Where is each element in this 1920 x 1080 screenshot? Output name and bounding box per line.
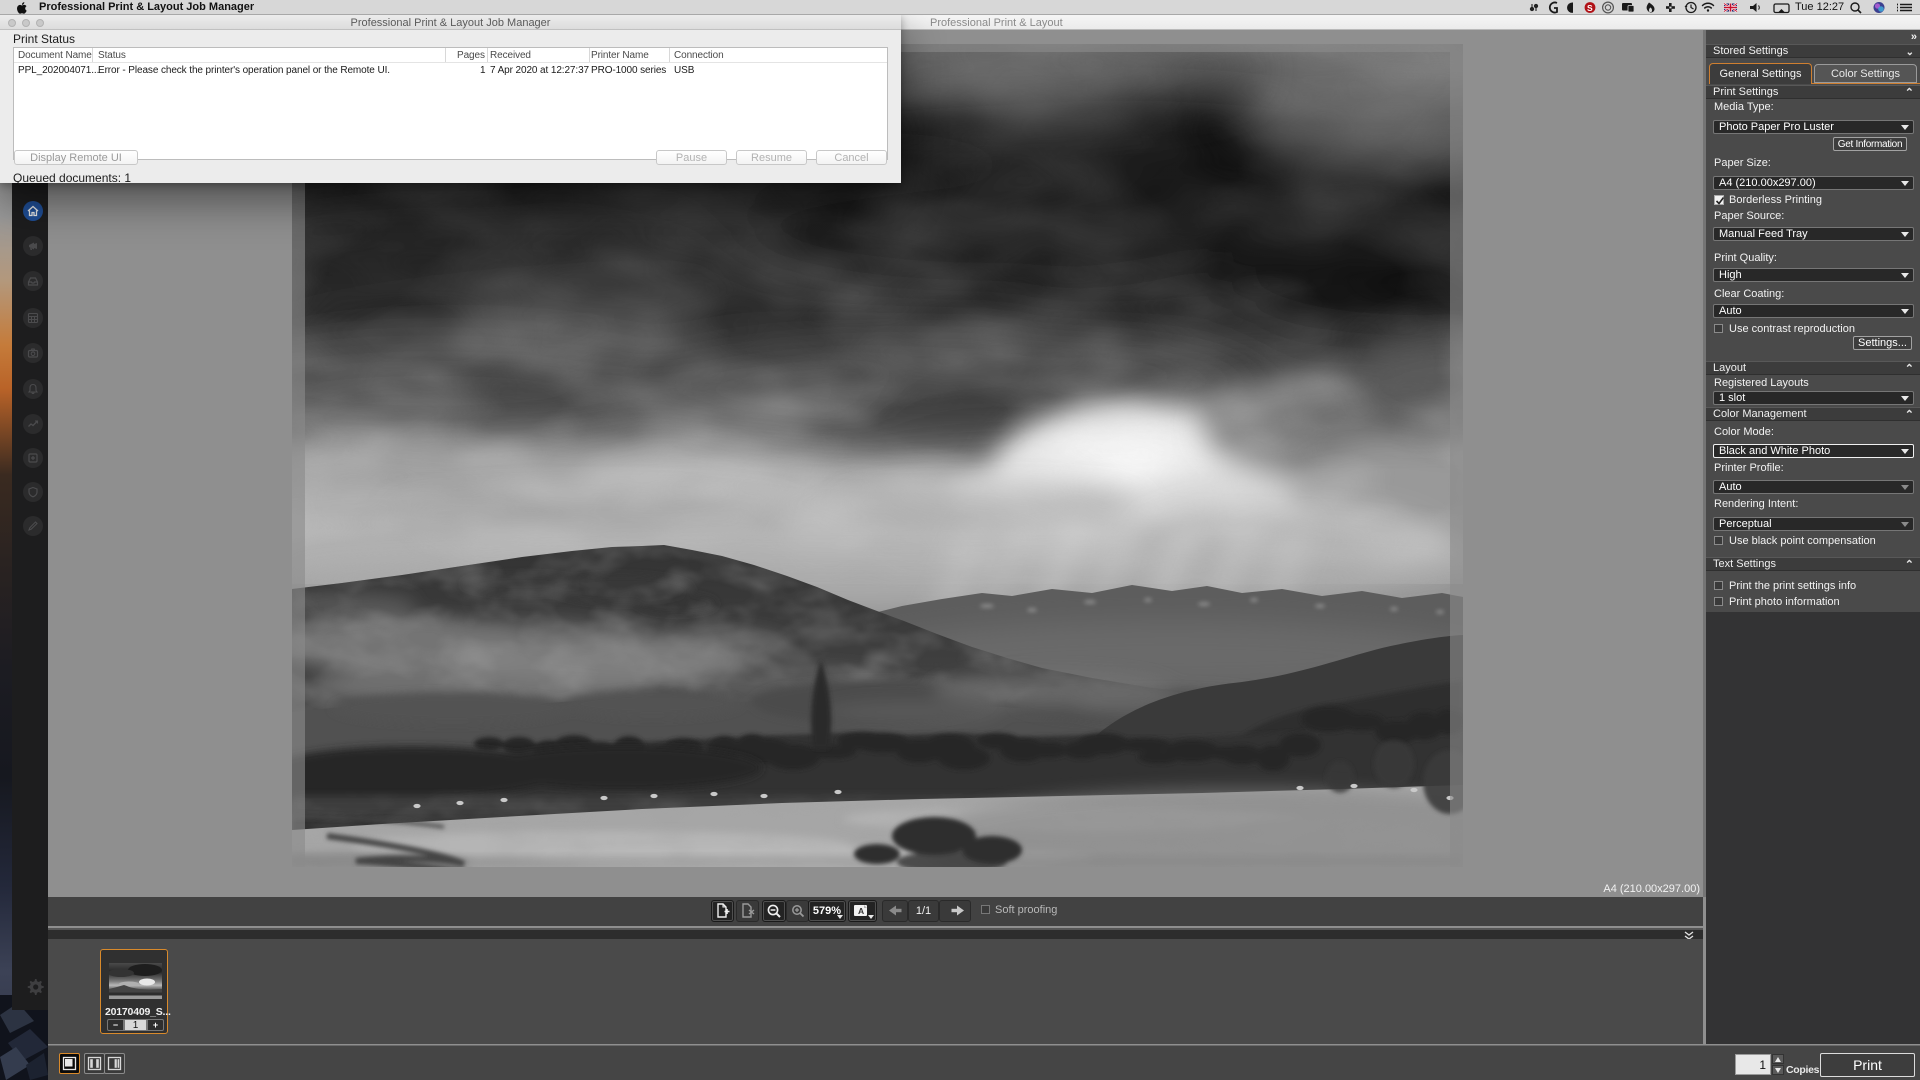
svg-text:S: S — [1587, 3, 1593, 13]
svg-text:A: A — [858, 906, 864, 916]
